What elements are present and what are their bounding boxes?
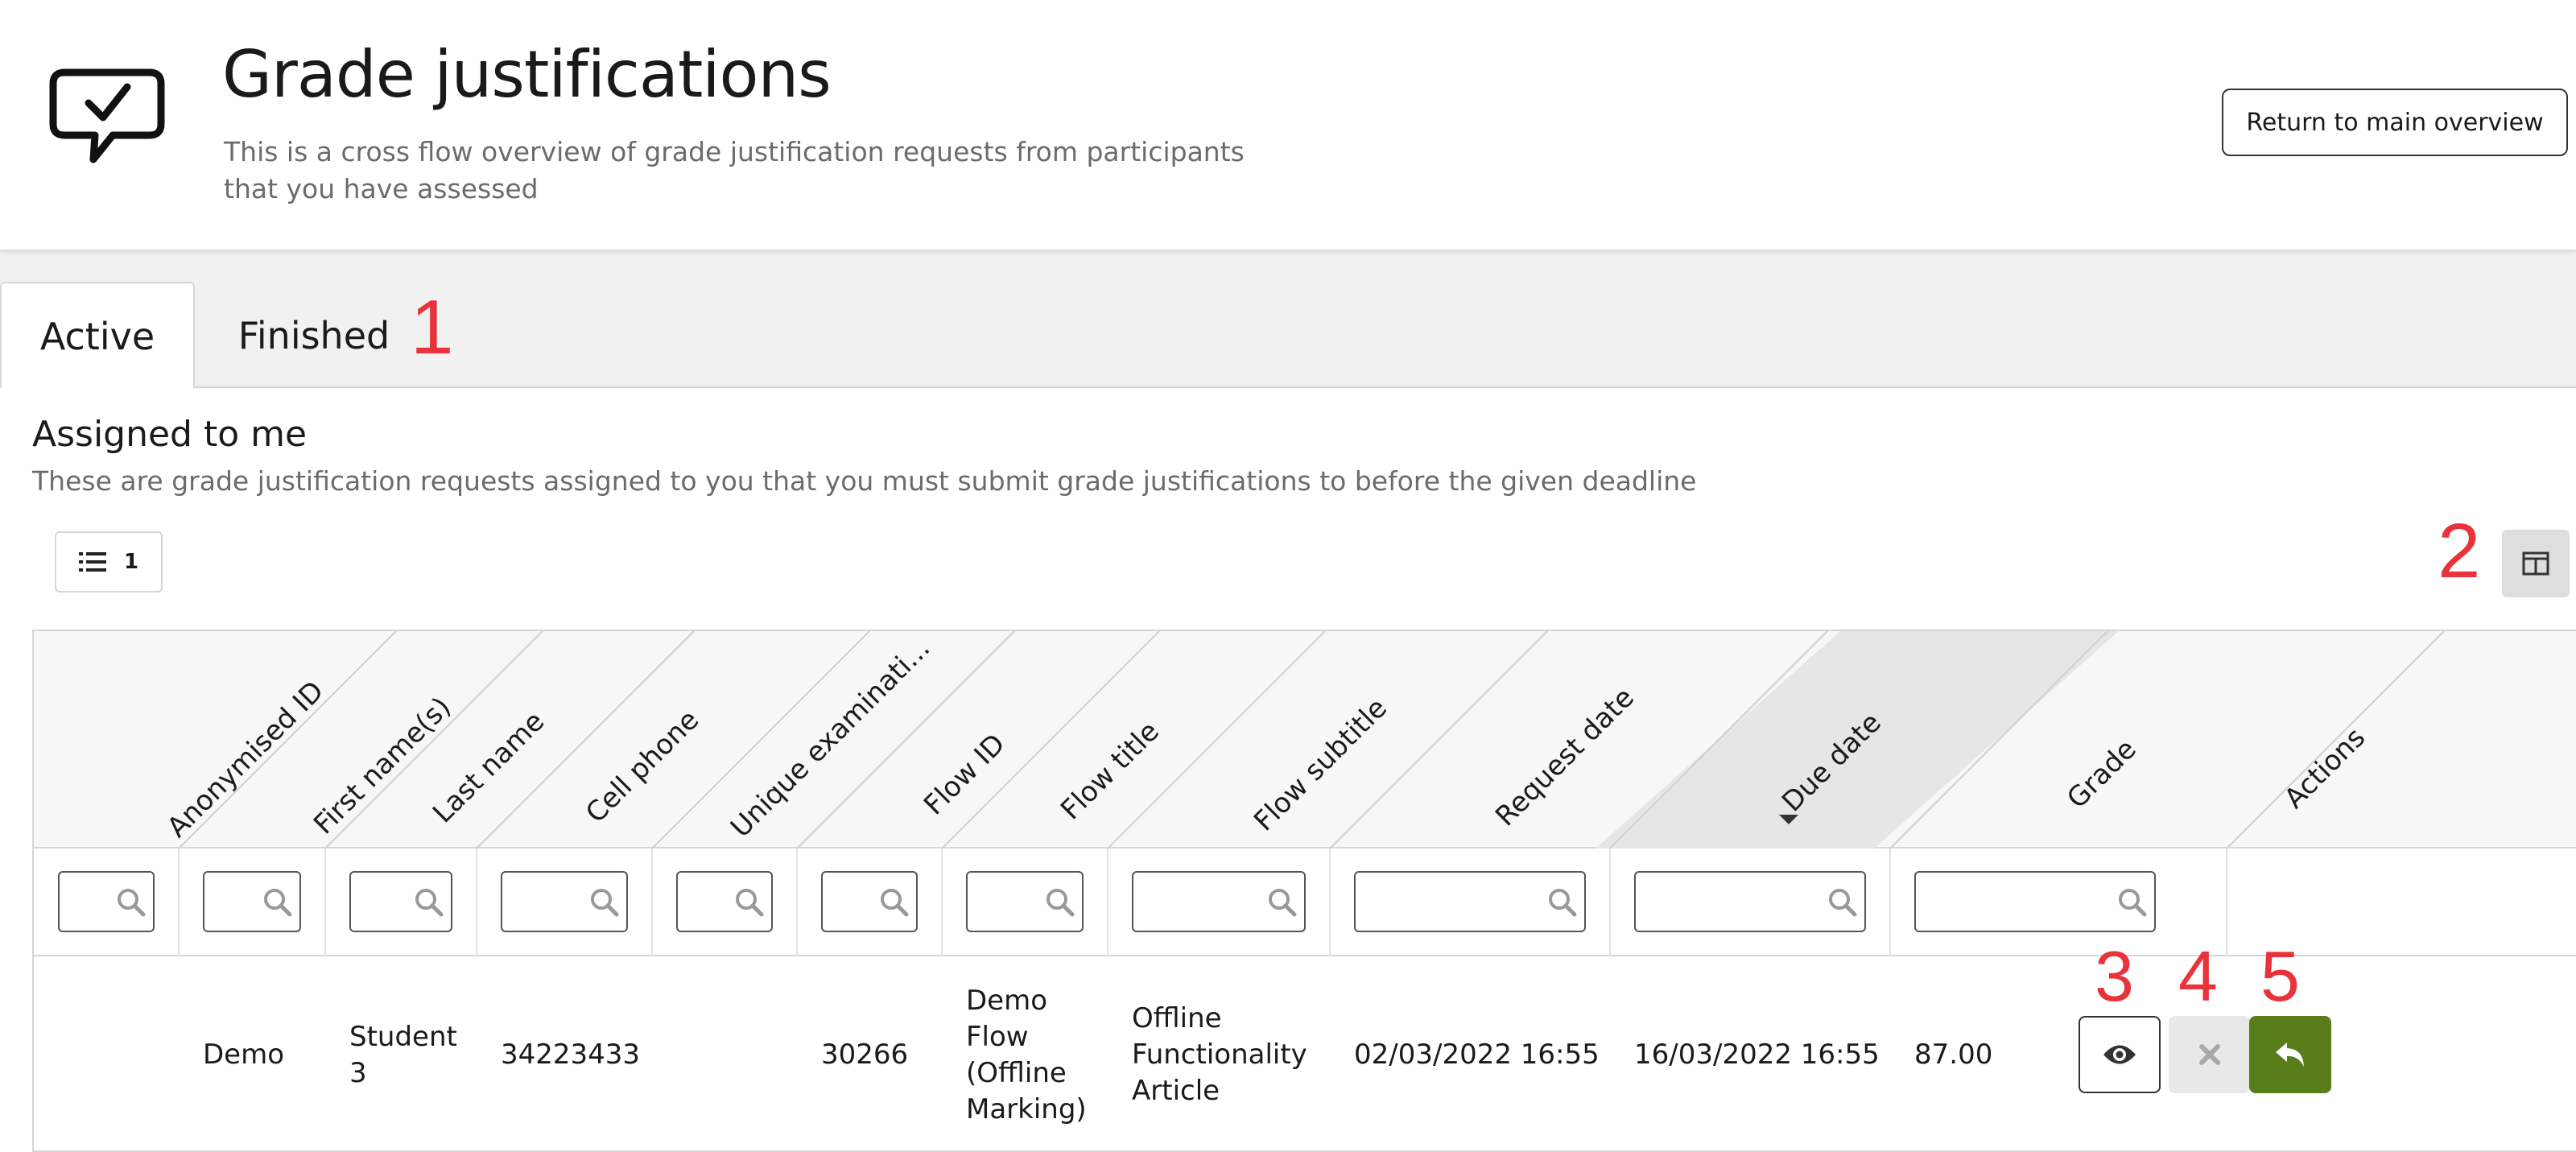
reply-button[interactable] [2249,1016,2331,1093]
eye-icon [2103,1045,2136,1064]
page-subtitle-line-1: This is a cross flow overview of grade j… [224,136,1245,167]
table-row[interactable]: Demo Student 3 34223433 30266 Demo Flow … [34,936,2576,1150]
filter-input-grade[interactable] [1914,871,2156,932]
cell-grade: 87.00 [1914,1038,1993,1071]
filter-input-flow-title[interactable] [966,871,1084,932]
cell-first-name: Demo [203,1038,285,1071]
reject-button[interactable] [2169,1016,2251,1093]
search-icon [118,889,146,917]
cell-flow-id: 30266 [821,1038,909,1071]
search-icon [881,889,909,917]
annotation-marker-1: 1 [411,284,454,370]
tab-bar: Active Finished 1 [0,282,2576,390]
annotation-marker-5: 5 [2260,936,2300,1016]
page-header: Grade justifications This is a cross flo… [0,0,2576,251]
cell-flow-title: Demo Flow (Offline Marking) [966,984,1087,1125]
filter-input-cell-phone[interactable] [501,871,628,932]
cell-last-name: Student 3 [349,1020,457,1089]
grade-justifications-table: Anonymised ID First name(s) Last name Cell … [32,630,2576,1152]
tab-active[interactable]: Active [0,282,195,390]
page-subtitle: This is a cross flow overview of grade j… [224,134,1254,208]
filter-input-last-name[interactable] [349,871,452,932]
list-icon [78,552,106,572]
column-header-anonymised-id[interactable]: Anonymised ID [161,675,330,844]
column-header-flow-subtitle[interactable]: Flow subtitle [1248,692,1393,838]
list-count: 1 [123,550,139,574]
annotation-marker-3: 3 [2095,936,2134,1016]
table-header-graphic: Anonymised IDFirst name(s)Last name Cell … [161,631,2445,849]
cell-anonymised-id [34,956,179,1150]
cell-unique-exam [652,956,797,1150]
return-to-main-overview-button[interactable]: Return to main overview [2222,89,2568,156]
cell-due-date: 16/03/2022 16:55 [1634,1038,1880,1071]
search-icon [1269,889,1297,917]
annotation-marker-2: 2 [2438,508,2481,594]
columns-layout-icon [2522,551,2549,576]
column-header-request-date[interactable]: Request date [1489,682,1641,833]
column-header-first-name-s[interactable]: First name(s) [308,691,457,840]
search-icon [415,889,444,917]
list-count-button[interactable]: 1 [55,531,163,593]
filter-input-flow-subtitle[interactable] [1132,871,1306,932]
reply-arrow-icon [2276,1043,2304,1067]
main-content: Assigned to me These are grade justifica… [0,388,2576,1152]
section-title: Assigned to me [32,414,308,455]
column-header-actions[interactable]: Actions [2278,721,2372,815]
close-icon [2199,1044,2220,1065]
section-subtitle: These are grade justification requests a… [32,465,1697,497]
page-subtitle-line-2: that you have assessed [224,173,539,204]
search-icon [264,889,292,917]
search-icon [2119,889,2147,917]
cell-cell-phone: 34223433 [501,1038,641,1071]
search-icon [736,889,764,917]
column-header-grade[interactable]: Grade [2061,733,2143,815]
column-header-cell-phone[interactable]: Cell phone [580,704,705,829]
search-icon [1829,889,1857,917]
filter-input-due-date[interactable] [1634,871,1866,932]
page-title: Grade justifications [222,37,832,112]
annotation-marker-4: 4 [2178,936,2218,1016]
filter-input-request-date[interactable] [1354,871,1586,932]
column-layout-button[interactable] [2502,530,2570,597]
view-button[interactable] [2079,1016,2161,1093]
filter-input-first-name-s[interactable] [203,871,301,932]
filter-input-unique-examinati[interactable] [676,871,773,932]
search-icon [1046,889,1075,917]
filter-input-anonymised-id[interactable] [58,871,155,932]
tab-finished[interactable]: Finished [209,282,419,390]
column-header-flow-id[interactable]: Flow ID [918,728,1011,821]
column-header-flow-title[interactable]: Flow title [1055,716,1166,827]
cell-request-date: 02/03/2022 16:55 [1354,1038,1600,1071]
search-icon [1549,889,1577,917]
column-header-unique-examinati[interactable]: Unique examinati... [724,632,936,844]
cell-flow-subtitle: Offline Functionality Article [1132,1002,1307,1107]
search-icon [591,889,619,917]
table-header: Anonymised ID First name(s) Last name Cell … [34,631,2576,849]
speech-bubble-check-icon [49,68,165,163]
filter-input-flow-id[interactable] [821,871,918,932]
